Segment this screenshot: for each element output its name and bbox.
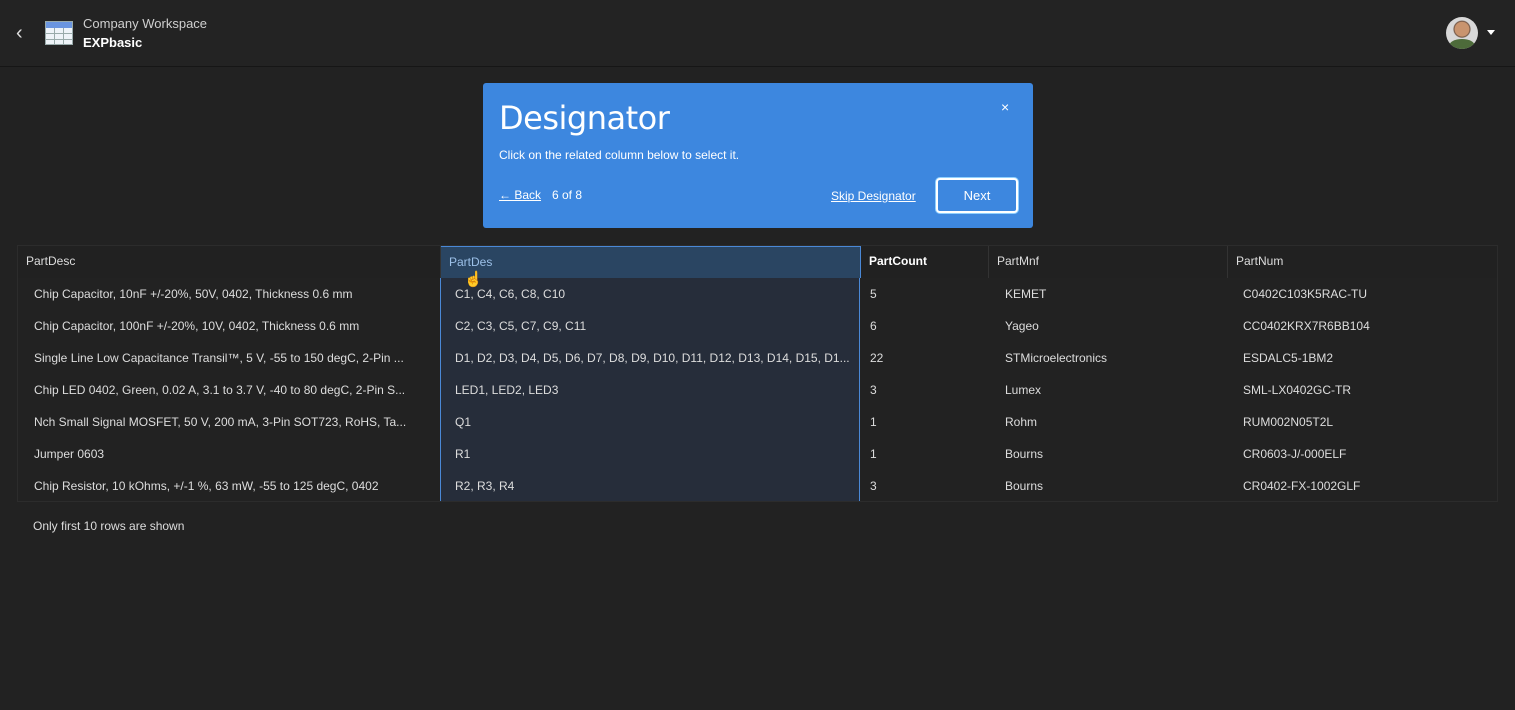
table-cell-partcount: 1 [870,447,877,461]
table-cell-partdes: D1, D2, D3, D4, D5, D6, D7, D8, D9, D10,… [455,351,850,365]
table-cell-partdesc: Chip Capacitor, 100nF +/-20%, 10V, 0402,… [34,319,360,333]
rows-note: Only first 10 rows are shown [33,519,185,533]
table-cell-partnum: SML-LX0402GC-TR [1243,383,1352,397]
table-cell-partmnf: Bourns [1005,447,1044,461]
step-counter: 6 of 8 [552,188,583,202]
table-cell-partdes: R1 [455,447,471,461]
table-cell-partcount: 22 [870,351,884,365]
table-row[interactable]: Nch Small Signal MOSFET, 50 V, 200 mA, 3… [18,406,1497,438]
table-row[interactable]: Chip Resistor, 10 kOhms, +/-1 %, 63 mW, … [18,470,1497,502]
next-button[interactable]: Next [936,178,1018,213]
table-cell-partdes: C2, C3, C5, C7, C9, C11 [455,319,587,333]
hand-cursor-icon: ☝ [464,271,483,288]
workspace-name: Company Workspace [83,16,208,31]
column-header-partnum[interactable]: PartNum [1228,246,1497,278]
tour-title: Designator [499,99,670,137]
table-cell-partnum: CR0402-FX-1002GLF [1243,479,1361,493]
table-cell-partdesc: Single Line Low Capacitance Transil™, 5 … [34,351,404,365]
table-cell-partnum: C0402C103K5RAC-TU [1243,287,1368,301]
table-cell-partdesc: Nch Small Signal MOSFET, 50 V, 200 mA, 3… [34,415,407,429]
table-cell-partcount: 3 [870,479,877,493]
table-cell-partcount: 5 [870,287,877,301]
tour-subtitle: Click on the related column below to sel… [499,148,740,162]
table-cell-partmnf: KEMET [1005,287,1047,301]
table-cell-partnum: RUM002N05T2L [1243,415,1334,429]
table-cell-partcount: 6 [870,319,877,333]
column-header-partcount[interactable]: PartCount [861,246,989,278]
table-row[interactable]: Chip LED 0402, Green, 0.02 A, 3.1 to 3.7… [18,374,1497,406]
table-cell-partdes: C1, C4, C6, C8, C10 [455,287,566,301]
table-cell-partdesc: Chip Resistor, 10 kOhms, +/-1 %, 63 mW, … [34,479,379,493]
top-bar: ‹ Company Workspace EXPbasic [0,0,1515,67]
table-icon [45,21,73,45]
column-header-partdes[interactable]: PartDes [441,246,861,278]
table-cell-partnum: CR0603-J/-000ELF [1243,447,1347,461]
table-cell-partnum: ESDALC5-1BM2 [1243,351,1334,365]
table-cell-partdesc: Chip Capacitor, 10nF +/-20%, 50V, 0402, … [34,287,353,301]
skip-button[interactable]: Skip Designator [831,189,916,203]
back-button[interactable]: ← Back [499,188,541,202]
project-name: EXPbasic [83,35,143,50]
table-cell-partdes: R2, R3, R4 [455,479,515,493]
table-cell-partdes: Q1 [455,415,472,429]
tour-popover: Designator Click on the related column b… [483,83,1033,228]
table-cell-partdesc: Chip LED 0402, Green, 0.02 A, 3.1 to 3.7… [34,383,406,397]
table-row[interactable]: Chip Capacitor, 10nF +/-20%, 50V, 0402, … [18,278,1497,310]
table-row[interactable]: Single Line Low Capacitance Transil™, 5 … [18,342,1497,374]
column-header-partdesc[interactable]: PartDesc [18,246,441,278]
table-cell-partdesc: Jumper 0603 [34,447,105,461]
chevron-left-icon[interactable]: ‹ [16,22,34,44]
table-cell-partmnf: Rohm [1005,415,1038,429]
table-cell-partcount: 3 [870,383,877,397]
data-table: PartDesc PartDes PartCount PartMnf PartN… [17,245,1498,502]
table-cell-partnum: CC0402KRX7R6BB104 [1243,319,1370,333]
table-row[interactable]: Chip Capacitor, 100nF +/-20%, 10V, 0402,… [18,310,1497,342]
table-cell-partmnf: Lumex [1005,383,1042,397]
table-cell-partdes: LED1, LED2, LED3 [455,383,559,397]
table-row[interactable]: Jumper 0603 R1 1 Bourns CR0603-J/-000ELF [18,438,1497,470]
table-cell-partmnf: Bourns [1005,479,1044,493]
table-cell-partcount: 1 [870,415,877,429]
close-icon[interactable]: × [1001,99,1009,115]
column-header-partmnf[interactable]: PartMnf [989,246,1228,278]
table-cell-partmnf: STMicroelectronics [1005,351,1108,365]
table-header: PartDesc PartDes PartCount PartMnf PartN… [18,246,1497,278]
avatar[interactable] [1446,17,1478,49]
table-cell-partmnf: Yageo [1005,319,1039,333]
caret-down-icon[interactable] [1487,30,1495,35]
